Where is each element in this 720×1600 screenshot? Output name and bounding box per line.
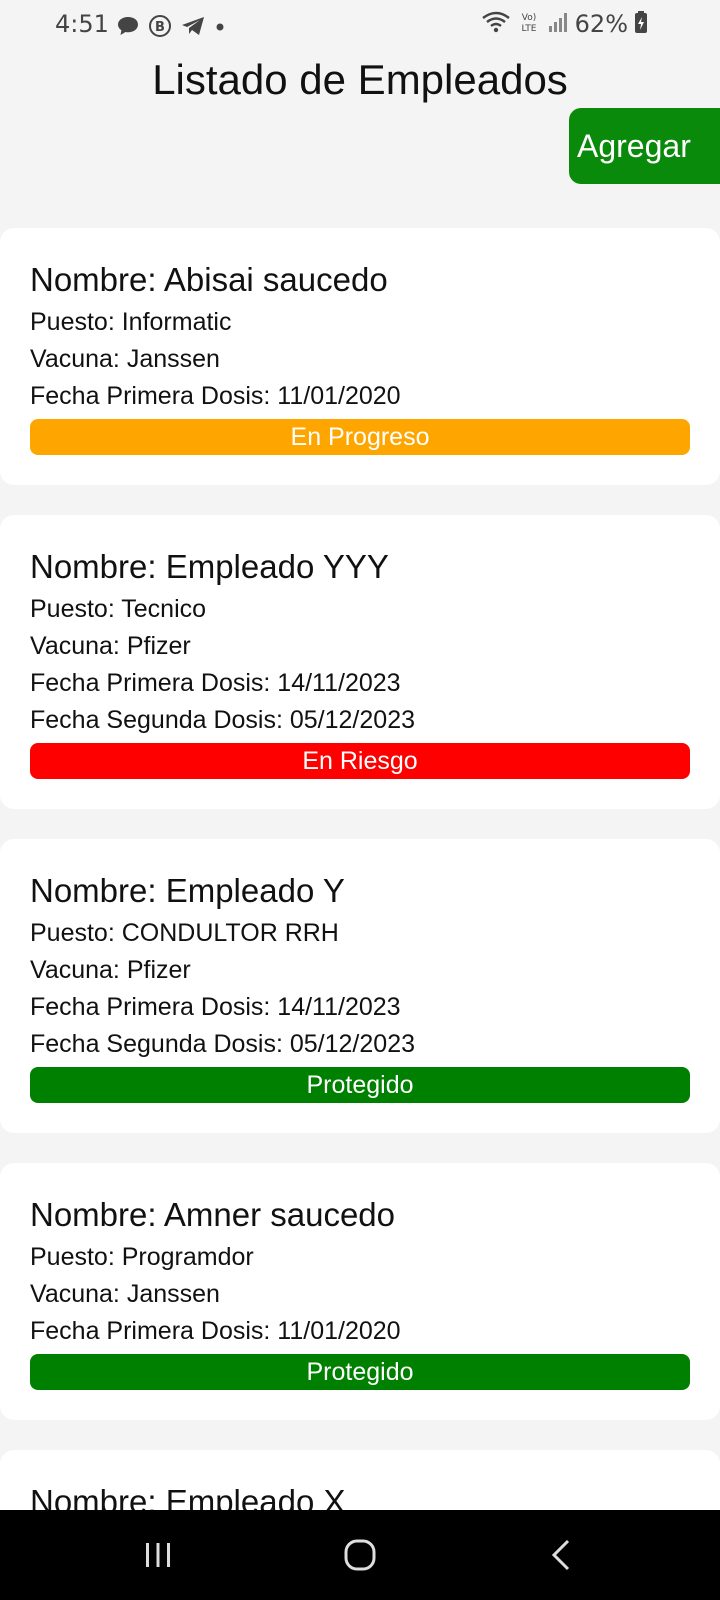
battery-icon bbox=[634, 10, 648, 38]
employee-vaccine: Vacuna: Janssen bbox=[30, 1280, 220, 1308]
status-bar: 4:51 B Vo) LTE 62% bbox=[0, 0, 720, 52]
recent-apps-icon[interactable] bbox=[138, 1535, 178, 1575]
employee-name: Nombre: Amner saucedo bbox=[30, 1196, 396, 1233]
employee-card[interactable]: Nombre: Empleado YYY Puesto: Tecnico Vac… bbox=[0, 515, 720, 809]
add-employee-button[interactable]: Agregar bbox=[569, 108, 720, 184]
svg-text:LTE: LTE bbox=[521, 24, 536, 34]
employee-second-dose: Fecha Segunda Dosis: 05/12/2023 bbox=[30, 1030, 415, 1058]
back-icon[interactable] bbox=[542, 1535, 582, 1575]
employee-first-dose: Fecha Primera Dosis: 14/11/2023 bbox=[30, 993, 401, 1021]
status-badge: Protegido bbox=[30, 1067, 690, 1103]
employee-second-dose: Fecha Segunda Dosis: 05/12/2023 bbox=[30, 706, 415, 734]
status-time: 4:51 bbox=[55, 10, 109, 38]
employee-position: Puesto: Tecnico bbox=[30, 595, 207, 623]
employee-first-dose: Fecha Primera Dosis: 11/01/2020 bbox=[30, 1317, 401, 1345]
employee-name: Nombre: Empleado Y bbox=[30, 872, 345, 909]
employee-position: Puesto: Informatic bbox=[30, 308, 232, 336]
app-screen: 4:51 B Vo) LTE 62% Listado de Empleados … bbox=[0, 0, 720, 1600]
page-title: Listado de Empleados bbox=[152, 56, 568, 103]
notification-icons: B bbox=[116, 14, 226, 38]
home-icon[interactable] bbox=[340, 1535, 380, 1575]
dot-icon bbox=[214, 15, 226, 37]
wifi-icon bbox=[481, 10, 511, 38]
volte-icon: Vo) LTE bbox=[517, 10, 541, 38]
svg-text:Vo): Vo) bbox=[521, 13, 535, 23]
employee-card[interactable]: Nombre: Amner saucedo Puesto: Programdor… bbox=[0, 1163, 720, 1420]
employee-first-dose: Fecha Primera Dosis: 14/11/2023 bbox=[30, 669, 401, 697]
system-icons: Vo) LTE 62% bbox=[481, 10, 648, 38]
status-badge: En Progreso bbox=[30, 419, 690, 455]
system-nav-bar bbox=[0, 1510, 720, 1600]
employee-name: Nombre: Empleado YYY bbox=[30, 548, 389, 585]
employee-position: Puesto: CONDULTOR RRH bbox=[30, 919, 339, 947]
status-badge: En Riesgo bbox=[30, 743, 690, 779]
employee-vaccine: Vacuna: Janssen bbox=[30, 345, 220, 373]
status-badge: Protegido bbox=[30, 1354, 690, 1390]
employee-card[interactable]: Nombre: Empleado Y Puesto: CONDULTOR RRH… bbox=[0, 839, 720, 1133]
employee-vaccine: Vacuna: Pfizer bbox=[30, 632, 191, 660]
telegram-icon bbox=[180, 15, 206, 37]
signal-icon bbox=[547, 11, 569, 37]
svg-text:B: B bbox=[155, 20, 165, 35]
battery-percent: 62% bbox=[574, 10, 628, 38]
employee-card[interactable]: Nombre: Abisai saucedo Puesto: Informati… bbox=[0, 228, 720, 485]
employee-first-dose: Fecha Primera Dosis: 11/01/2020 bbox=[30, 382, 401, 410]
employee-position: Puesto: Programdor bbox=[30, 1243, 254, 1271]
employee-list: Nombre: Abisai saucedo Puesto: Informati… bbox=[0, 228, 720, 1586]
employee-vaccine: Vacuna: Pfizer bbox=[30, 956, 191, 984]
chat-bubble-icon bbox=[116, 15, 140, 37]
employee-name: Nombre: Abisai saucedo bbox=[30, 261, 388, 298]
b-circle-icon: B bbox=[148, 14, 172, 38]
